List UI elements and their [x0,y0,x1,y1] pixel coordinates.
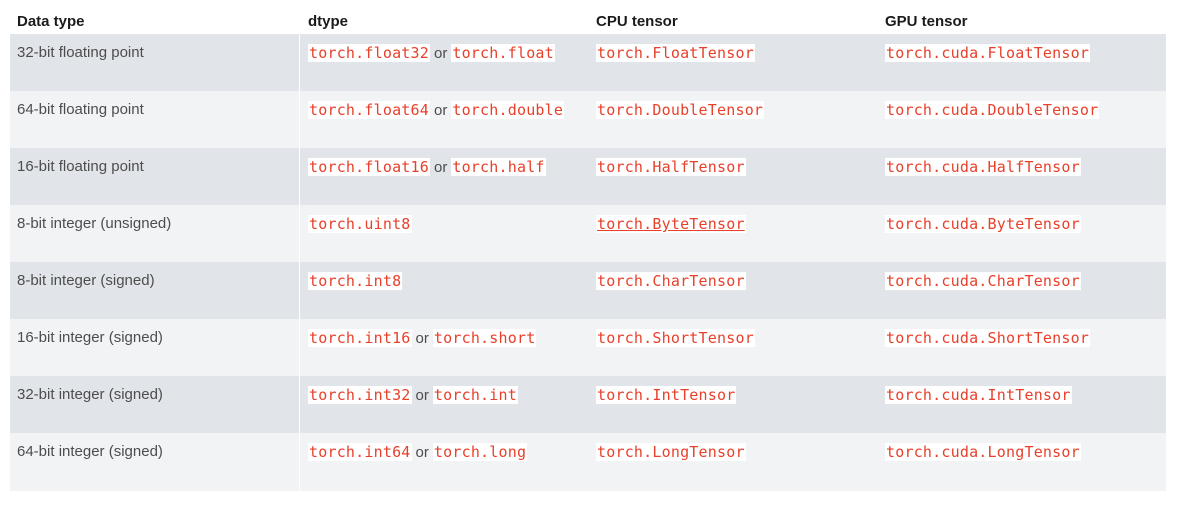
dtype-cell: torch.uint8 [308,215,412,234]
dtype-alias-code: torch.int [432,386,518,404]
dtype-alias-code: torch.half [451,158,546,176]
dtype-cell: torch.float32 or torch.float [308,44,555,63]
gpu-tensor-cell: torch.cuda.IntTensor [885,386,1072,404]
or-text: or [434,102,448,119]
data-type-cell: 32-bit integer (signed) [17,386,163,403]
gpu-tensor-cell: torch.cuda.CharTensor [885,272,1081,290]
or-text: or [434,159,448,176]
cpu-tensor-cell: torch.CharTensor [596,272,746,290]
dtype-code: torch.int8 [308,272,403,290]
cpu-tensor-cell: torch.FloatTensor [596,44,755,62]
data-type-cell: 16-bit integer (signed) [17,329,163,346]
or-text: or [415,330,429,347]
or-text: or [415,444,429,461]
gpu-tensor-cell: torch.cuda.DoubleTensor [885,101,1100,119]
table-row: 64-bit floating point torch.float64 or tor… [10,91,1166,148]
dtype-alias-code: torch.short [432,329,537,347]
dtype-cell: torch.float64 or torch.double [308,101,565,120]
header-data-type: Data type [17,13,85,30]
cpu-tensor-link[interactable]: torch.ByteTensor [596,215,746,233]
dtype-code: torch.uint8 [308,215,412,233]
or-text: or [415,387,429,404]
table-row: 64-bit integer (signed) torch.int64 or tor… [10,433,1166,491]
dtype-code: torch.float16 [308,158,430,176]
dtype-alias-code: torch.double [451,101,565,119]
dtype-cell: torch.int8 [308,272,403,291]
cpu-tensor-cell: torch.HalfTensor [596,158,746,176]
dtype-code: torch.int32 [308,386,412,404]
gpu-tensor-cell: torch.cuda.LongTensor [885,443,1081,461]
dtype-code: torch.int16 [308,329,412,347]
table-row: 32-bit floating point torch.float32 or tor… [10,34,1166,91]
gpu-tensor-cell: torch.cuda.HalfTensor [885,158,1081,176]
cpu-tensor-cell: torch.LongTensor [596,443,746,461]
dtype-cell: torch.int16 or torch.short [308,329,537,348]
table-row: 32-bit integer (signed) torch.int32 or tor… [10,376,1166,433]
dtype-cell: torch.int32 or torch.int [308,386,518,405]
cpu-tensor-cell: torch.IntTensor [596,386,737,404]
table-header: Data type dtype CPU tensor GPU tensor [10,0,1166,34]
cpu-tensor-cell: torch.ShortTensor [596,329,755,347]
dtype-alias-code: torch.float [451,44,555,62]
table-row: 16-bit integer (signed) torch.int16 or tor… [10,319,1166,376]
header-dtype: dtype [308,13,349,30]
dtype-code: torch.int64 [308,443,412,461]
dtype-alias-code: torch.long [432,443,528,461]
dtype-code: torch.float32 [308,44,430,62]
data-type-cell: 8-bit integer (unsigned) [17,215,172,232]
table-row: 8-bit integer (signed) torch.int8 torch.… [10,262,1166,319]
gpu-tensor-cell: torch.cuda.ByteTensor [885,215,1081,233]
data-type-cell: 8-bit integer (signed) [17,272,155,289]
data-type-cell: 64-bit floating point [17,101,144,118]
dtype-cell: torch.float16 or torch.half [308,158,546,177]
header-cpu-tensor: CPU tensor [596,13,678,30]
cpu-tensor-cell: torch.DoubleTensor [596,101,765,119]
table-row: 8-bit integer (unsigned) torch.uint8 tor… [10,205,1166,262]
header-gpu-tensor: GPU tensor [885,13,968,30]
data-type-cell: 64-bit integer (signed) [17,443,163,460]
dtype-cell: torch.int64 or torch.long [308,443,528,462]
dtype-table: Data type dtype CPU tensor GPU tensor 32… [10,0,1166,491]
table-row: 16-bit floating point torch.float16 or tor… [10,148,1166,205]
gpu-tensor-cell: torch.cuda.FloatTensor [885,44,1091,62]
gpu-tensor-cell: torch.cuda.ShortTensor [885,329,1091,347]
or-text: or [434,45,448,62]
data-type-cell: 16-bit floating point [17,158,144,175]
data-type-cell: 32-bit floating point [17,44,144,61]
dtype-code: torch.float64 [308,101,430,119]
